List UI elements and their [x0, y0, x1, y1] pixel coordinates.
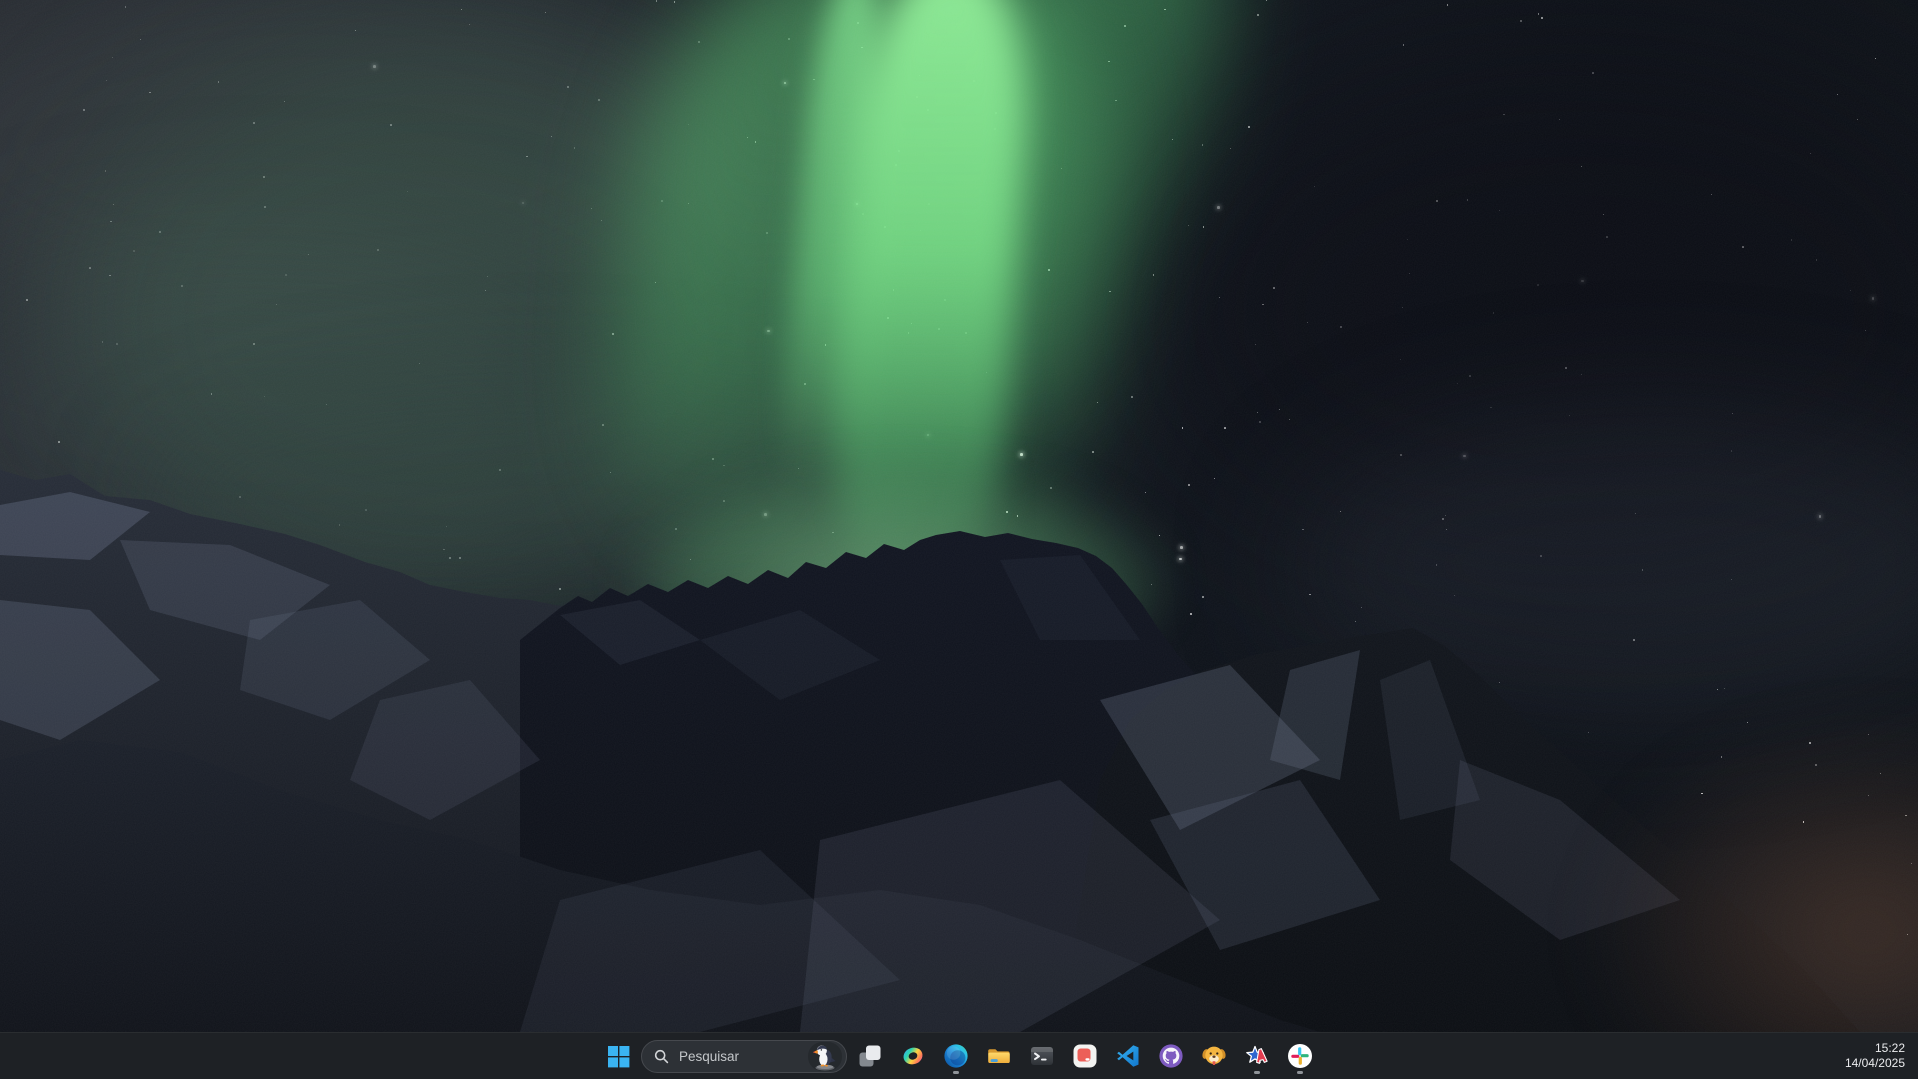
taskbar: 15:22 14/04/2025	[0, 1032, 1918, 1079]
desktop-screen: 15:22 14/04/2025	[0, 0, 1918, 1079]
vscode-icon	[1115, 1043, 1141, 1069]
search-box[interactable]	[641, 1040, 847, 1073]
running-indicator	[1297, 1071, 1303, 1074]
taskbar-apps	[850, 1036, 1320, 1076]
windows-start-icon	[606, 1044, 631, 1069]
taskbar-app-file-explorer[interactable]	[979, 1036, 1019, 1076]
mountain-silhouette	[0, 0, 1918, 1032]
red-square-app-icon	[1072, 1043, 1098, 1069]
desktop-wallpaper	[0, 0, 1918, 1032]
taskbar-app-slack[interactable]	[1280, 1036, 1320, 1076]
folder-icon	[986, 1043, 1012, 1069]
search-input[interactable]	[677, 1048, 800, 1065]
taskbar-center-group	[598, 1033, 1320, 1079]
search-icon	[654, 1049, 669, 1064]
github-octocat-icon	[1158, 1043, 1184, 1069]
task-view-icon	[857, 1043, 883, 1069]
taskbar-app-github-desktop[interactable]	[1151, 1036, 1191, 1076]
taskbar-app-edge[interactable]	[936, 1036, 976, 1076]
running-indicator	[1254, 1071, 1260, 1074]
taskbar-app-red-notes[interactable]	[1065, 1036, 1105, 1076]
clock-time: 15:22	[1845, 1041, 1905, 1056]
edge-browser-icon	[943, 1043, 969, 1069]
start-button[interactable]	[598, 1036, 638, 1076]
copilot-icon	[900, 1043, 926, 1069]
taskbar-clock[interactable]: 15:22 14/04/2025	[1841, 1039, 1909, 1073]
dog-face-icon	[1201, 1043, 1227, 1069]
terminal-icon	[1029, 1043, 1055, 1069]
taskbar-app-star-app[interactable]	[1237, 1036, 1277, 1076]
search-highlight[interactable]	[808, 1042, 842, 1071]
running-indicator	[953, 1071, 959, 1074]
taskbar-app-dog-app[interactable]	[1194, 1036, 1234, 1076]
taskbar-app-vscode[interactable]	[1108, 1036, 1148, 1076]
puffin-bird-image	[811, 1042, 839, 1071]
blue-star-red-a-icon	[1244, 1043, 1270, 1069]
taskbar-app-copilot[interactable]	[893, 1036, 933, 1076]
taskbar-app-task-view[interactable]	[850, 1036, 890, 1076]
taskbar-app-terminal[interactable]	[1022, 1036, 1062, 1076]
clock-date: 14/04/2025	[1845, 1056, 1905, 1071]
slack-icon	[1287, 1043, 1313, 1069]
